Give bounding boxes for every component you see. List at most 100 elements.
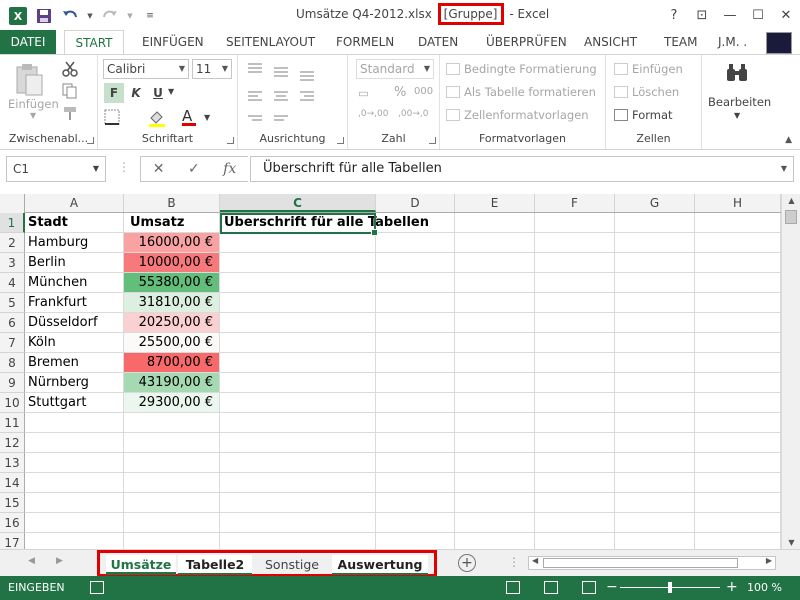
increase-decimal-icon[interactable]: ,0→,00 <box>358 109 388 119</box>
row-header-6[interactable]: 6 <box>0 313 25 333</box>
column-header-a[interactable]: A <box>25 194 124 212</box>
page-layout-view-icon[interactable] <box>544 581 558 594</box>
column-header-e[interactable]: E <box>455 194 535 212</box>
ribbon-display-icon[interactable]: ⊡ <box>688 8 716 23</box>
tab-einfuegen[interactable]: EINFÜGEN <box>142 30 204 54</box>
column-header-c[interactable]: C <box>220 194 376 212</box>
cell-amount[interactable]: 55380,00 € <box>124 273 219 292</box>
zoom-out-button[interactable]: − <box>606 579 618 595</box>
row-header-11[interactable]: 11 <box>0 413 25 433</box>
row-header-4[interactable]: 4 <box>0 273 25 293</box>
alignment-launcher-icon[interactable] <box>337 137 344 144</box>
insert-button[interactable]: Einfügen <box>632 62 683 76</box>
cell-city[interactable]: Hamburg <box>25 233 124 252</box>
row-header-7[interactable]: 7 <box>0 333 25 353</box>
horizontal-scroll-thumb[interactable] <box>543 558 738 568</box>
paste-dropdown-icon[interactable]: ▼ <box>30 111 36 120</box>
redo-icon[interactable] <box>100 6 120 26</box>
clipboard-launcher-icon[interactable] <box>87 137 94 144</box>
cell-city[interactable]: Köln <box>25 333 124 352</box>
tab-split-grip-icon[interactable]: ⋮ <box>508 555 520 569</box>
sheet-prev-icon[interactable]: ◀ <box>28 556 35 566</box>
save-icon[interactable] <box>34 6 54 26</box>
vertical-scroll-thumb[interactable] <box>785 210 797 224</box>
tab-start[interactable]: START <box>64 30 124 55</box>
row-header-14[interactable]: 14 <box>0 473 25 493</box>
undo-icon[interactable] <box>60 6 80 26</box>
zoom-in-button[interactable]: + <box>726 579 738 595</box>
cell-amount[interactable]: 31810,00 € <box>124 293 219 312</box>
italic-button[interactable]: K <box>126 83 146 103</box>
name-box[interactable]: C1 ▼ <box>6 156 106 182</box>
row-header-10[interactable]: 10 <box>0 393 25 413</box>
row-header-8[interactable]: 8 <box>0 353 25 373</box>
tab-daten[interactable]: DATEN <box>418 30 458 54</box>
row-header-5[interactable]: 5 <box>0 293 25 313</box>
row-header-16[interactable]: 16 <box>0 513 25 533</box>
cell-city[interactable]: Bremen <box>25 353 124 372</box>
sheet-next-icon[interactable]: ▶ <box>56 556 63 566</box>
fill-color-icon[interactable] <box>148 109 166 130</box>
minimize-icon[interactable]: — <box>716 8 744 23</box>
font-color-icon[interactable]: A <box>182 107 196 126</box>
delete-button[interactable]: Löschen <box>632 85 679 99</box>
column-header-f[interactable]: F <box>535 194 615 212</box>
font-name-combo[interactable]: Calibri ▼ <box>103 59 189 79</box>
tab-seitenlayout[interactable]: SEITENLAYOUT <box>226 30 315 54</box>
cell-city[interactable]: Nürnberg <box>25 373 124 392</box>
percent-button[interactable]: % <box>394 85 406 100</box>
redo-dropdown-icon[interactable]: ▼ <box>126 6 134 26</box>
column-header-h[interactable]: H <box>695 194 781 212</box>
zoom-slider-knob[interactable] <box>668 582 672 593</box>
cell-city[interactable]: Düsseldorf <box>25 313 124 332</box>
format-painter-icon[interactable] <box>62 105 78 124</box>
maximize-icon[interactable]: ☐ <box>744 8 772 23</box>
expand-formula-bar-icon[interactable]: ▼ <box>781 157 787 181</box>
customize-qat-icon[interactable]: ≡ <box>140 6 160 26</box>
page-break-view-icon[interactable] <box>582 581 596 594</box>
sheet-tab-umsaetze[interactable]: Umsätze <box>106 555 176 575</box>
thousands-button[interactable]: 000 <box>414 86 433 97</box>
cell-styles-button[interactable]: Zellenformatvorlagen <box>464 108 589 122</box>
tab-formeln[interactable]: FORMELN <box>336 30 394 54</box>
zoom-level[interactable]: 100 % <box>747 581 782 594</box>
vertical-scrollbar[interactable]: ▲ ▼ <box>781 194 800 549</box>
row-header-1[interactable]: 1 <box>0 213 25 233</box>
worksheet-grid[interactable]: ABCDEFGH 1 2 3 4 5 6 7 8 9 10 11 12 13 14 15 16 17 Stadt… <box>0 194 781 549</box>
scroll-down-icon[interactable]: ▼ <box>782 538 800 547</box>
cell-city[interactable]: Stuttgart <box>25 393 124 412</box>
column-header-b[interactable]: B <box>124 194 220 212</box>
alignment-icons[interactable] <box>246 61 340 127</box>
font-color-dropdown-icon[interactable]: ▼ <box>204 113 210 122</box>
insert-function-icon[interactable]: fx <box>223 161 236 177</box>
editing-button[interactable]: Bearbeiten <box>708 95 771 109</box>
sheet-tab-auswertung[interactable]: Auswertung <box>332 555 428 575</box>
currency-icon[interactable]: ▭ <box>358 86 369 100</box>
sheet-tab-sonstige[interactable]: Sonstige <box>254 555 330 575</box>
format-as-table-button[interactable]: Als Tabelle formatieren <box>464 85 596 99</box>
cell-b1[interactable]: Umsatz <box>127 213 219 232</box>
editing-dropdown-icon[interactable]: ▼ <box>734 111 740 120</box>
tab-team[interactable]: TEAM <box>664 30 697 54</box>
undo-dropdown-icon[interactable]: ▼ <box>86 6 94 26</box>
number-format-combo[interactable]: Standard ▼ <box>356 59 434 79</box>
cell-amount[interactable]: 10000,00 € <box>124 253 219 272</box>
add-sheet-button[interactable]: + <box>458 554 476 572</box>
row-header-17[interactable]: 17 <box>0 533 25 549</box>
macro-record-icon[interactable] <box>90 581 104 594</box>
user-name[interactable]: J.M. . <box>718 30 747 54</box>
cell-a1[interactable]: Stadt <box>25 213 124 232</box>
cell-amount[interactable]: 8700,00 € <box>124 353 219 372</box>
select-all-corner[interactable] <box>0 194 25 213</box>
copy-icon[interactable] <box>62 83 78 102</box>
cell-city[interactable]: Frankfurt <box>25 293 124 312</box>
cell-amount[interactable]: 16000,00 € <box>124 233 219 252</box>
cut-icon[interactable] <box>62 61 78 80</box>
cell-amount[interactable]: 43190,00 € <box>124 373 219 392</box>
tab-datei[interactable]: DATEI <box>0 30 56 54</box>
font-size-combo[interactable]: 11 ▼ <box>192 59 232 79</box>
cell-city[interactable]: Berlin <box>25 253 124 272</box>
conditional-formatting-button[interactable]: Bedingte Formatierung <box>464 62 597 76</box>
tab-ansicht[interactable]: ANSICHT <box>584 30 637 54</box>
row-header-15[interactable]: 15 <box>0 493 25 513</box>
